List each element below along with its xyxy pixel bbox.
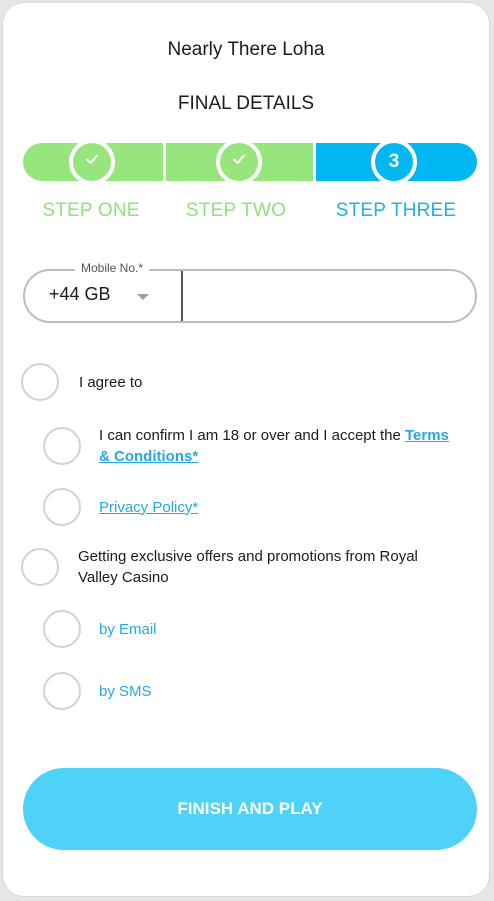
finish-and-play-button[interactable]: FINISH AND PLAY (23, 768, 477, 850)
field-divider (181, 271, 183, 321)
registration-card: Nearly There Loha FINAL DETAILS 3 STEP O… (2, 2, 490, 897)
email-label: by Email (99, 620, 157, 638)
step-three-label: STEP THREE (335, 200, 457, 221)
check-icon (84, 151, 100, 173)
terms-link[interactable]: Terms (405, 427, 449, 444)
progress-stepper: 3 (23, 139, 477, 185)
sms-label: by SMS (99, 682, 152, 700)
chevron-down-icon (137, 294, 149, 300)
country-code-value: +44 GB (49, 284, 111, 304)
agree-label: I agree to (79, 373, 143, 391)
step-three-indicator: 3 (371, 139, 417, 185)
mobile-number-input[interactable] (191, 279, 465, 315)
terms-prefix: I can confirm I am 18 or over and I acce… (99, 427, 405, 444)
sms-row: by SMS (43, 672, 152, 710)
check-icon (231, 151, 247, 173)
privacy-row: Privacy Policy* (43, 488, 198, 526)
agree-row: I agree to (21, 363, 142, 401)
step-three-number: 3 (388, 151, 400, 172)
email-row: by Email (43, 610, 157, 648)
terms-text: I can confirm I am 18 or over and I acce… (99, 425, 463, 467)
step-two-indicator (216, 139, 262, 185)
offers-label: Getting exclusive offers and promotions … (78, 548, 418, 586)
agree-checkbox[interactable] (21, 363, 59, 401)
step-one-label: STEP ONE (42, 200, 140, 221)
offers-row: Getting exclusive offers and promotions … (21, 546, 461, 588)
country-code-select[interactable]: +44 GB (25, 271, 181, 321)
conditions-link[interactable]: & Conditions* (99, 448, 198, 465)
terms-row: I can confirm I am 18 or over and I acce… (43, 425, 463, 467)
offers-checkbox[interactable] (21, 548, 59, 586)
email-checkbox[interactable] (43, 610, 81, 648)
greeting-title: Nearly There Loha (167, 39, 325, 60)
page-title: FINAL DETAILS (177, 93, 315, 114)
privacy-checkbox[interactable] (43, 488, 81, 526)
step-two-label: STEP TWO (185, 200, 287, 221)
terms-checkbox[interactable] (43, 427, 81, 465)
privacy-policy-link[interactable]: Privacy Policy* (99, 497, 198, 518)
mobile-number-field: Mobile No.* +44 GB (23, 261, 477, 323)
sms-checkbox[interactable] (43, 672, 81, 710)
step-one-indicator (69, 139, 115, 185)
